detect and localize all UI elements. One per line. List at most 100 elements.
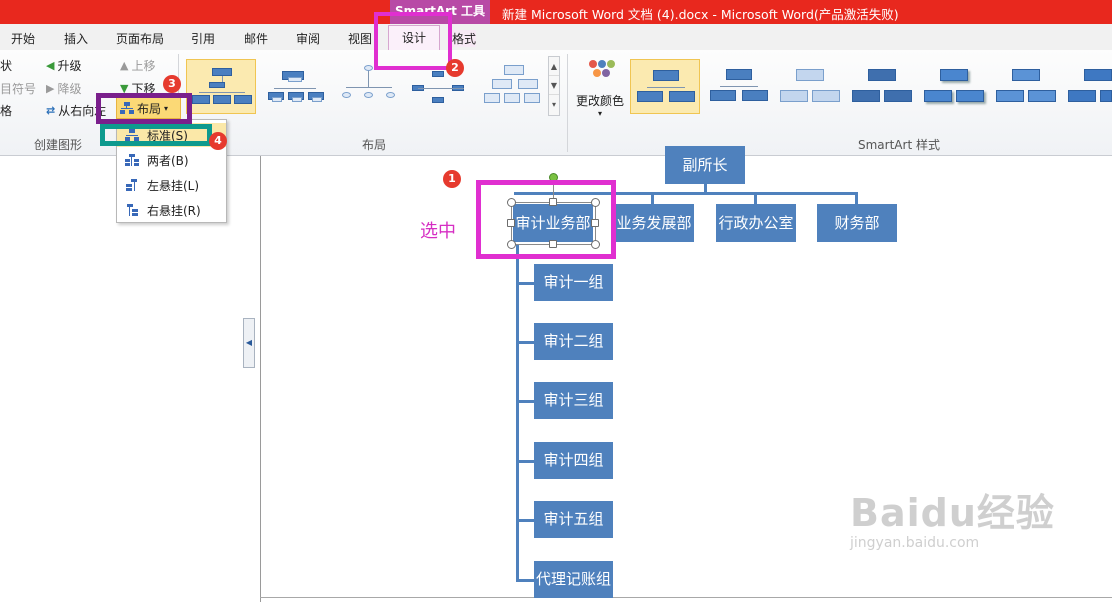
thumb-shape [710, 90, 736, 101]
org-connector [516, 519, 534, 522]
add-bullet-button[interactable]: 目符号 [0, 80, 36, 97]
org-node-top[interactable]: 副所长 [665, 146, 745, 184]
annotation-select-label: 选中 [420, 221, 456, 242]
promote-button[interactable]: ◀ 升级 [46, 57, 81, 74]
text-pane-button[interactable]: 格 [0, 102, 12, 119]
text-pane-toggle[interactable]: ◀ [243, 318, 255, 368]
thumb-shape [924, 90, 952, 102]
thumb-connector [418, 88, 464, 89]
thumb-shape [524, 93, 540, 103]
org-connector [516, 282, 534, 285]
smartart-style-item[interactable] [920, 59, 990, 114]
expand-left-icon: ◀ [245, 338, 253, 347]
tab-page-layout[interactable]: 页面布局 [116, 30, 164, 47]
tab-mailings[interactable]: 邮件 [244, 30, 268, 47]
org-node-subgroup[interactable]: 审计一组 [534, 264, 613, 301]
chevron-down-icon: ▾ [597, 109, 602, 118]
org-node-subgroup[interactable]: 审计二组 [534, 323, 613, 360]
smartart-style-item[interactable] [776, 59, 846, 114]
annotation-box-design-tab [374, 12, 452, 70]
demote-button[interactable]: ▶ 降级 [46, 80, 81, 97]
move-up-button[interactable]: ▲ 上移 [120, 57, 155, 74]
smartart-style-item[interactable] [704, 59, 774, 114]
thumb-shape [669, 91, 695, 102]
thumb-shape [492, 79, 512, 89]
thumb-shape [868, 69, 896, 81]
group-label-smartart-styles: SmartArt 样式 [858, 138, 940, 152]
annotation-box-layout-button [96, 93, 192, 124]
document-title: 新建 Microsoft Word 文档 (4).docx - Microsof… [502, 7, 899, 22]
move-up-arrow-icon: ▲ [120, 59, 129, 72]
right-to-left-icon: ⇄ [46, 104, 56, 117]
scroll-down-icon[interactable]: ▼ [549, 76, 559, 95]
baidu-watermark: Baidu经验 jingyan.baidu.com [850, 482, 1055, 551]
thumb-shape [1012, 69, 1040, 81]
menu-item-both[interactable]: 两者(B) [117, 148, 226, 172]
thumb-shape [504, 65, 524, 75]
annotation-box-selected-node [476, 180, 616, 259]
menu-item-left-hanging[interactable]: 左悬挂(L) [117, 173, 226, 197]
both-layout-icon [117, 154, 147, 166]
right-hanging-layout-icon [117, 204, 147, 216]
thumb-shape [653, 70, 679, 81]
org-node-department[interactable]: 业务发展部 [614, 204, 694, 242]
tab-insert[interactable]: 插入 [64, 30, 88, 47]
thumb-shape [504, 93, 520, 103]
thumb-connector [720, 86, 758, 87]
page-left-edge [260, 156, 261, 602]
thumb-shape [852, 90, 880, 102]
tab-review[interactable]: 审阅 [296, 30, 320, 47]
layout-gallery-scroller[interactable]: ▲ ▼ ▾ [548, 56, 560, 116]
menu-item-label: 两者(B) [147, 153, 189, 168]
menu-item-right-hanging[interactable]: 右悬挂(R) [117, 198, 226, 222]
change-colors-button[interactable]: 更改颜色 ▾ [574, 58, 626, 118]
org-node-department[interactable]: 财务部 [817, 204, 897, 242]
smartart-style-item[interactable] [992, 59, 1062, 114]
org-node-subgroup[interactable]: 审计四组 [534, 442, 613, 479]
page-bottom-edge [260, 597, 1112, 598]
tab-format[interactable]: 格式 [452, 30, 477, 47]
scroll-up-icon[interactable]: ▲ [549, 57, 559, 76]
annotation-box-standard-item [100, 124, 212, 146]
promote-label: 升级 [57, 59, 82, 73]
gallery-more-icon[interactable]: ▾ [549, 95, 559, 114]
thumb-shape [234, 95, 252, 104]
step-badge-2: 2 [446, 59, 464, 77]
change-colors-label: 更改颜色 [575, 94, 624, 108]
group-separator [567, 54, 568, 152]
group-label-layouts: 布局 [362, 138, 387, 152]
tab-view[interactable]: 视图 [348, 30, 372, 47]
smartart-style-item[interactable] [848, 59, 918, 114]
layout-gallery-item-name-title-org[interactable] [260, 59, 330, 114]
org-node-subgroup[interactable]: 审计五组 [534, 501, 613, 538]
layout-gallery-item-org-chart[interactable] [186, 59, 256, 114]
org-connector [516, 579, 534, 582]
left-hanging-layout-icon [117, 179, 147, 191]
thumb-connector [368, 69, 369, 87]
palette-dot [593, 69, 601, 77]
thumb-shape [884, 90, 912, 102]
org-connector [516, 341, 534, 344]
move-up-label: 上移 [131, 59, 156, 73]
add-shape-button[interactable]: 状 [0, 57, 12, 74]
org-node-department[interactable]: 行政办公室 [716, 204, 796, 242]
thumb-shape [342, 92, 351, 98]
smartart-style-item[interactable] [1064, 59, 1112, 114]
org-node-subgroup[interactable]: 代理记账组 [534, 561, 613, 598]
demote-label: 降级 [57, 82, 82, 96]
smartart-style-item[interactable] [630, 59, 700, 114]
thumb-shape [518, 79, 538, 89]
thumb-shape [812, 90, 840, 102]
menu-item-label: 左悬挂(L) [147, 178, 200, 193]
thumb-shape [209, 82, 225, 88]
thumb-shape [1084, 69, 1112, 81]
layout-gallery-item-table-hierarchy[interactable] [482, 59, 552, 114]
org-node-subgroup[interactable]: 审计三组 [534, 382, 613, 419]
palette-dot [602, 69, 610, 77]
thumb-shape [192, 95, 210, 104]
thumb-shape [1068, 90, 1096, 102]
tab-references[interactable]: 引用 [191, 30, 215, 47]
thumb-shape [637, 91, 663, 102]
thumb-shape [726, 69, 752, 80]
tab-home[interactable]: 开始 [11, 30, 35, 47]
